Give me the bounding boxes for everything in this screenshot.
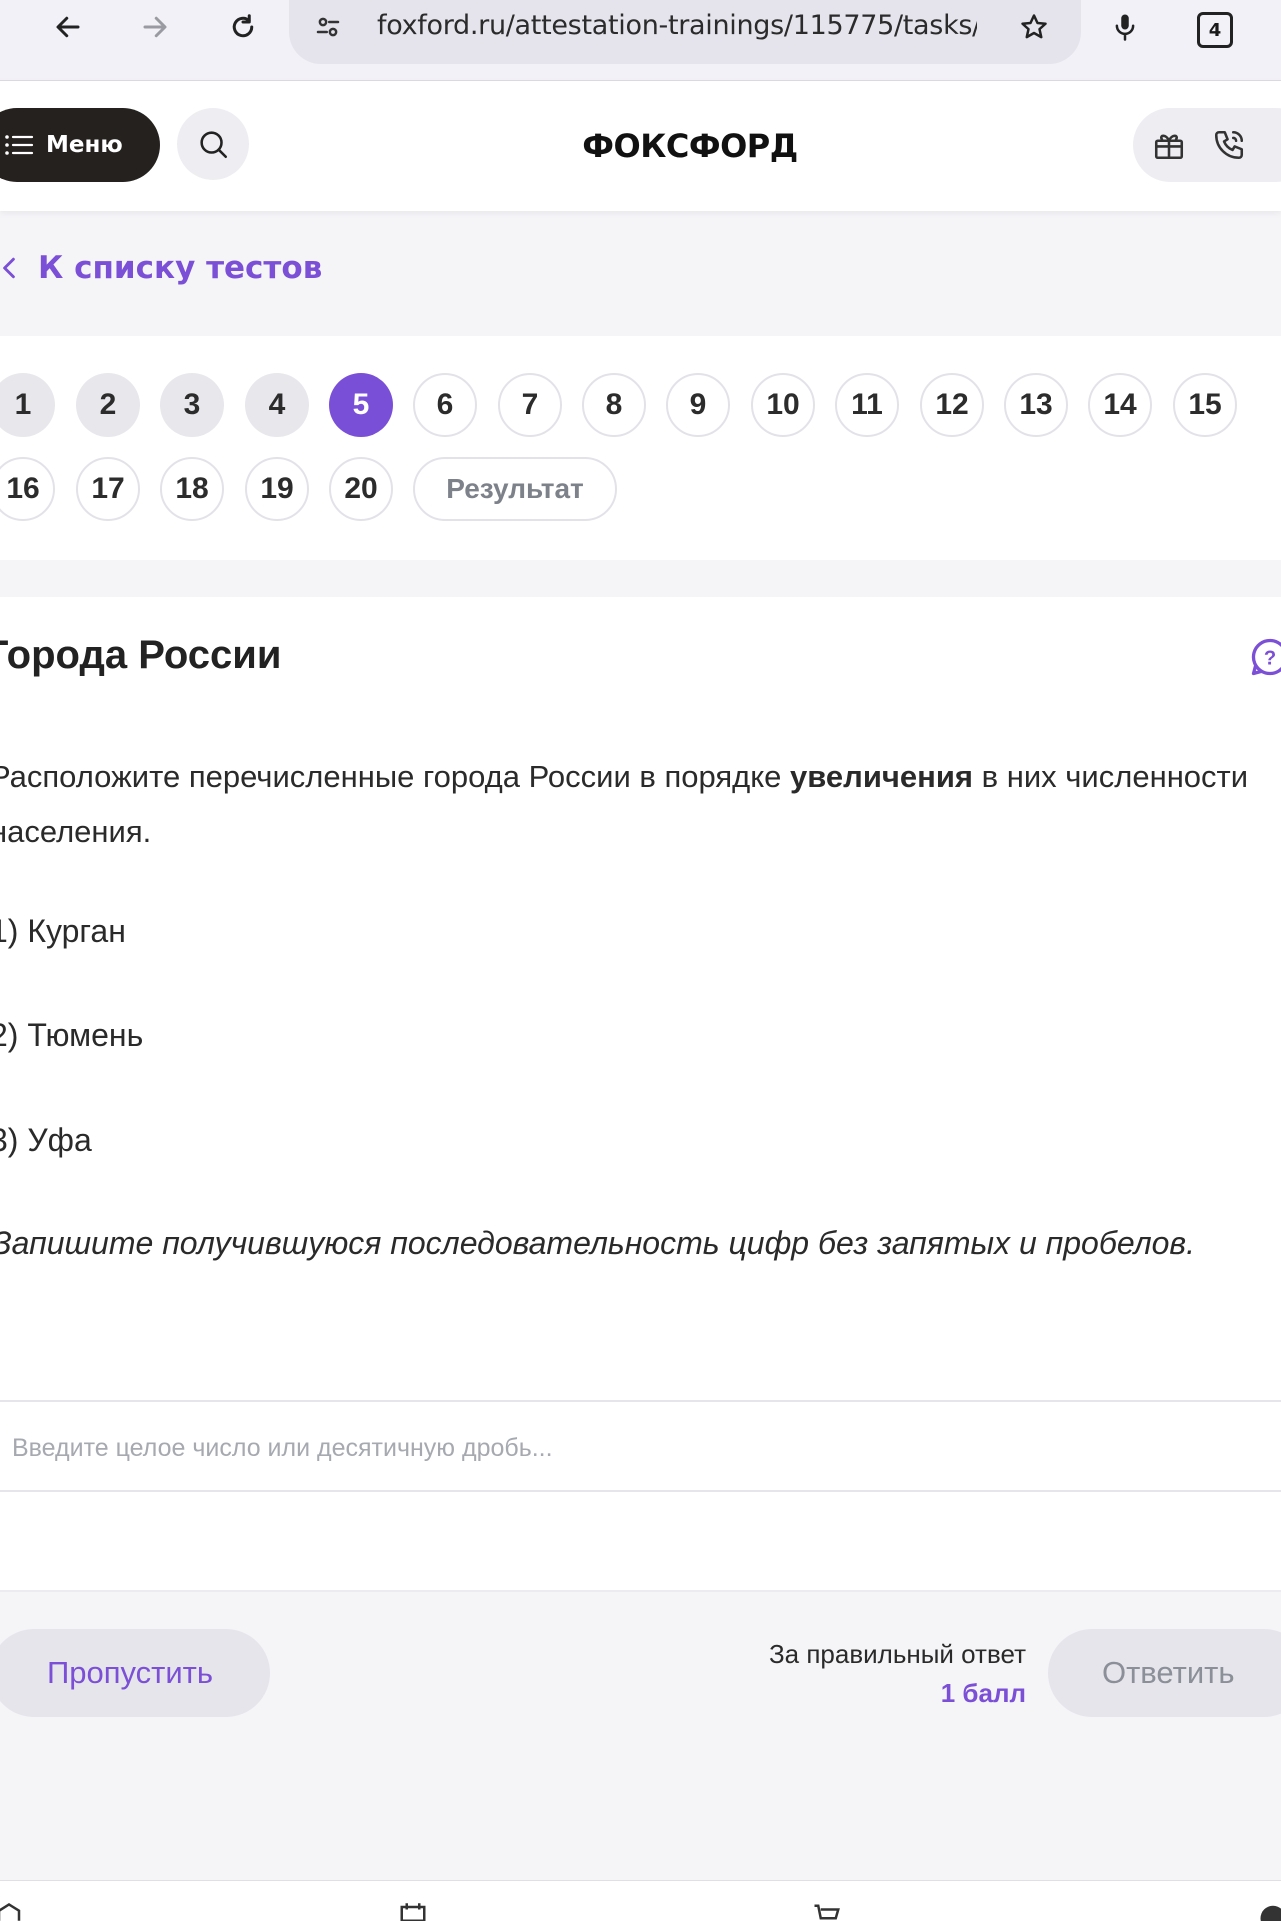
task-instruction: Запишите получившуюся последовательность…	[0, 1225, 1195, 1262]
svg-text:?: ?	[1264, 647, 1276, 669]
page-button[interactable]: 17	[76, 457, 140, 521]
calendar-icon[interactable]	[398, 1903, 428, 1921]
page-button[interactable]: 7	[498, 373, 562, 437]
points-value: 1 балл	[769, 1678, 1026, 1709]
page-button[interactable]: 9	[666, 373, 730, 437]
result-button[interactable]: Результат	[413, 457, 617, 521]
task-question: Расположите перечисленные города России …	[0, 749, 1250, 859]
search-button[interactable]	[177, 108, 249, 180]
task-title: Города России	[0, 633, 281, 678]
search-icon	[196, 127, 230, 161]
points-info: За правильный ответ 1 балл	[769, 1639, 1026, 1709]
task-question-emphasis: увеличения	[790, 759, 973, 794]
page-button[interactable]: 1	[0, 373, 55, 437]
forward-arrow-icon[interactable]	[140, 12, 170, 42]
task-card: Города России ? Расположите перечисленны…	[0, 597, 1281, 1755]
address-bar[interactable]: foxford.ru/attestation-trainings/115775/…	[289, 0, 1081, 64]
page-button[interactable]: 15	[1173, 373, 1237, 437]
bottom-navigation	[0, 1880, 1281, 1921]
page-button[interactable]: 16	[0, 457, 55, 521]
page-button[interactable]: 19	[245, 457, 309, 521]
back-to-tests-link[interactable]: К списку тестов	[0, 250, 322, 286]
browser-toolbar: foxford.ru/attestation-trainings/115775/…	[0, 0, 1281, 81]
home-icon[interactable]	[0, 1903, 24, 1921]
page-button[interactable]: 20	[329, 457, 393, 521]
page-button[interactable]: 6	[413, 373, 477, 437]
help-question-icon[interactable]: ?	[1248, 635, 1281, 679]
site-header: Меню ФОКСФОРД	[0, 81, 1281, 211]
reload-icon[interactable]	[228, 12, 258, 42]
task-footer: Пропустить За правильный ответ 1 балл От…	[0, 1590, 1281, 1757]
skip-button[interactable]: Пропустить	[0, 1629, 270, 1717]
page-button[interactable]: 2	[76, 373, 140, 437]
task-option: 1) Курган	[0, 913, 126, 950]
answer-input[interactable]	[10, 1422, 1014, 1474]
site-settings-icon[interactable]	[313, 12, 343, 42]
page-button[interactable]: 10	[751, 373, 815, 437]
menu-button[interactable]: Меню	[0, 108, 160, 182]
url-text[interactable]: foxford.ru/attestation-trainings/115775/…	[377, 10, 977, 41]
gift-icon[interactable]	[1152, 128, 1186, 162]
page-button[interactable]: 11	[835, 373, 899, 437]
avatar[interactable]	[1258, 1903, 1281, 1921]
menu-icon	[4, 133, 34, 157]
cart-icon[interactable]	[812, 1903, 842, 1921]
task-pagination: 1 2 3 4 5 6 7 8 9 10 11 12 13 14 15 16 1…	[0, 336, 1281, 560]
page-button[interactable]: 3	[160, 373, 224, 437]
star-icon[interactable]	[1019, 12, 1049, 42]
menu-label: Меню	[46, 132, 123, 158]
microphone-icon[interactable]	[1110, 12, 1140, 42]
task-option: 2) Тюмень	[0, 1017, 143, 1054]
page-button[interactable]: 8	[582, 373, 646, 437]
page-button[interactable]: 12	[920, 373, 984, 437]
tabs-icon[interactable]: 4	[1197, 12, 1233, 48]
back-arrow-icon[interactable]	[53, 12, 83, 42]
site-logo[interactable]: ФОКСФОРД	[560, 127, 820, 165]
page-button[interactable]: 14	[1088, 373, 1152, 437]
page-button-current[interactable]: 5	[329, 373, 393, 437]
back-link-label: К списку тестов	[38, 250, 322, 286]
task-option: 3) Уфа	[0, 1122, 92, 1159]
header-actions	[1133, 108, 1281, 182]
page-button[interactable]: 4	[245, 373, 309, 437]
phone-icon[interactable]	[1212, 128, 1246, 162]
page-button[interactable]: 18	[160, 457, 224, 521]
chevron-left-icon	[0, 257, 18, 279]
page-button[interactable]: 13	[1004, 373, 1068, 437]
points-label: За правильный ответ	[769, 1639, 1026, 1670]
answer-field-container	[0, 1400, 1281, 1492]
submit-answer-button[interactable]: Ответить	[1048, 1629, 1281, 1717]
